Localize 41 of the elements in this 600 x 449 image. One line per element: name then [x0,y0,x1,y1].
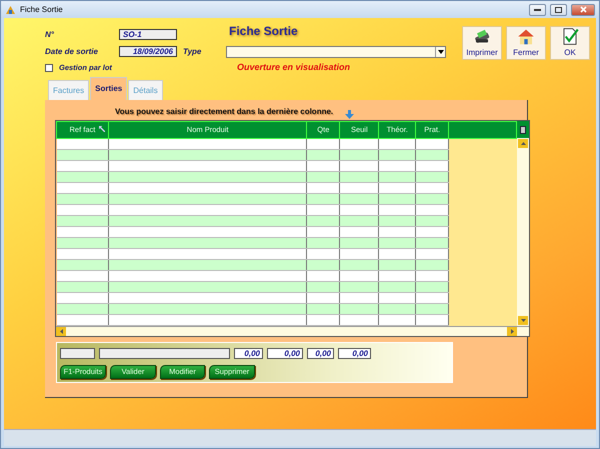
total-field: 0,00 [338,348,371,359]
checkbox[interactable] [45,64,53,72]
text-field[interactable] [60,348,95,359]
tab[interactable]: Factures [48,80,90,100]
maximize-button[interactable] [550,4,567,16]
text-field[interactable] [99,348,230,359]
toolbar-button[interactable]: Fermer [506,26,546,60]
minimize-button[interactable] [529,4,546,16]
scroll-right-button[interactable] [507,327,517,336]
app-icon [5,4,16,14]
date-field[interactable]: 18/09/2006 [119,46,177,57]
left-arrow-icon [60,329,62,334]
caret-icon [438,50,444,54]
number-field[interactable]: SO-1 [119,29,177,40]
total-field: 0,00 [307,348,334,359]
form-heading: Fiche Sortie [229,22,298,40]
field-label: Date de sortie [45,46,99,58]
tab[interactable]: Détails [128,80,163,100]
scroll-left-button[interactable] [56,327,66,336]
down-arrow-icon [520,319,526,322]
up-arrow-icon [520,142,526,145]
tab[interactable]: Sorties [90,77,128,100]
toolbar-button[interactable]: Imprimer [462,26,502,60]
status-message: Ouverture en visualisation [237,61,350,74]
close-button[interactable] [571,4,595,16]
column-chooser-icon[interactable] [520,126,526,134]
total-field: 0,00 [267,348,303,359]
field-label: N° [45,28,55,40]
field-label: Type [183,46,202,58]
scroll-down-button[interactable] [518,316,528,325]
minimize-icon [534,8,541,11]
maximize-icon [555,6,562,12]
window-title: Fiche Sortie [20,4,63,16]
total-field: 0,00 [234,348,263,359]
close-icon [580,6,586,13]
scroll-up-button[interactable] [518,139,528,148]
right-arrow-icon [510,329,514,334]
type-dropdown[interactable] [226,46,446,58]
toolbar-button[interactable]: OK [550,26,590,60]
arrow-down-icon [345,110,354,118]
hint-text: Vous pouvez saisir directement dans la dernière colonne. [115,106,334,118]
